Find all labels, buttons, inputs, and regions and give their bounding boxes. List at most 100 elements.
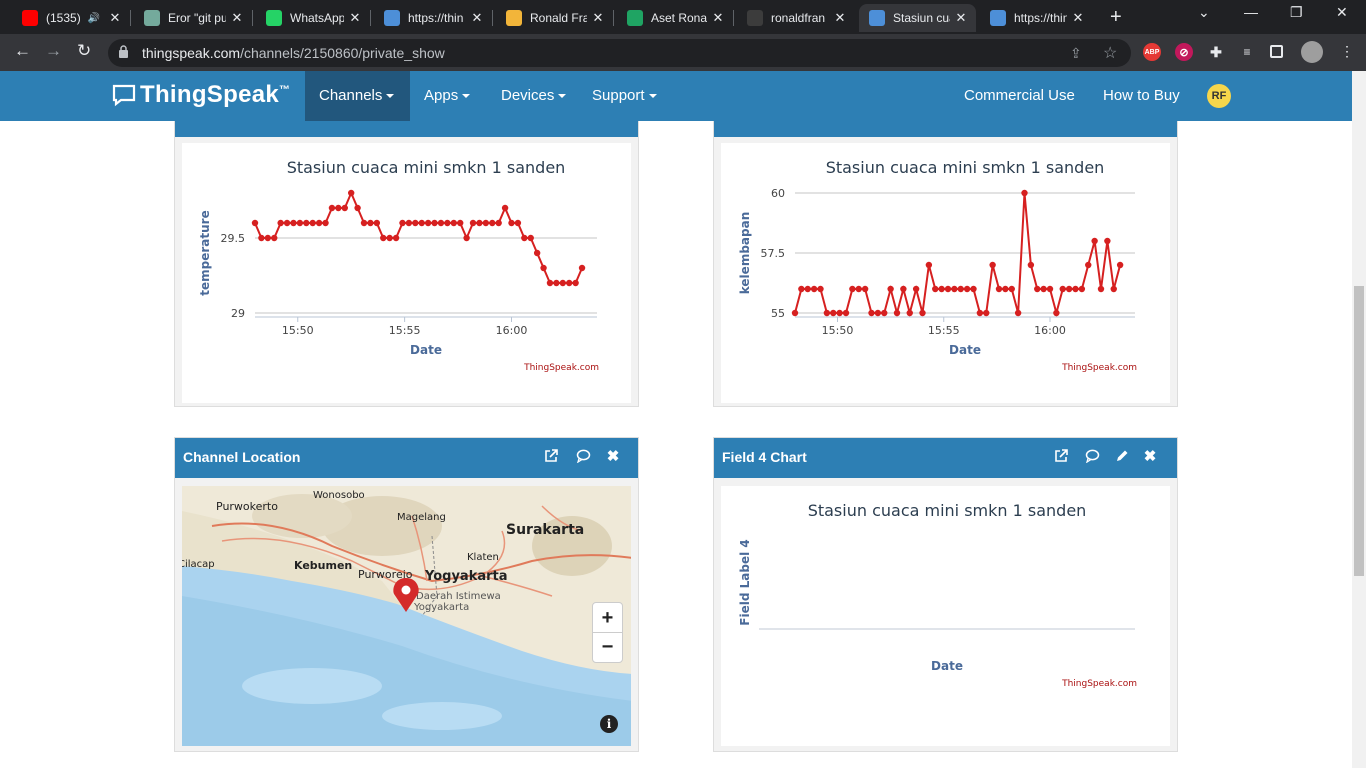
data-point[interactable]: [277, 219, 284, 227]
data-point[interactable]: [347, 189, 355, 197]
data-point[interactable]: [893, 309, 901, 317]
comment-icon[interactable]: [1084, 449, 1100, 465]
user-avatar[interactable]: RF: [1207, 84, 1231, 108]
media-queue-icon[interactable]: ≡: [1238, 43, 1256, 61]
data-point[interactable]: [932, 285, 939, 293]
data-point[interactable]: [303, 219, 310, 227]
close-tab-icon[interactable]: ✕: [591, 10, 605, 26]
data-point[interactable]: [476, 219, 483, 227]
data-point[interactable]: [354, 204, 361, 212]
profile-avatar-icon[interactable]: [1301, 41, 1323, 63]
data-point[interactable]: [1097, 285, 1105, 293]
data-point[interactable]: [798, 285, 805, 293]
data-point[interactable]: [412, 219, 419, 227]
close-tab-icon[interactable]: ✕: [833, 10, 847, 26]
zoom-in-button[interactable]: +: [593, 603, 622, 633]
data-point[interactable]: [508, 219, 515, 227]
data-point[interactable]: [1059, 285, 1066, 293]
share-icon[interactable]: ⇪: [1070, 45, 1082, 62]
back-icon[interactable]: ←: [14, 41, 31, 61]
close-icon[interactable]: ✖: [605, 449, 621, 465]
data-point[interactable]: [887, 285, 894, 293]
menu-kebab-icon[interactable]: ⋮: [1340, 43, 1354, 60]
data-point[interactable]: [957, 285, 964, 293]
extensions-puzzle-icon[interactable]: ✚: [1207, 43, 1225, 61]
browser-tab[interactable]: Aset Ronal ✕: [617, 4, 733, 32]
data-point[interactable]: [951, 285, 958, 293]
data-point[interactable]: [578, 264, 586, 272]
speaker-icon[interactable]: 🔊: [88, 13, 100, 24]
nav-support[interactable]: Support: [578, 71, 671, 121]
data-point[interactable]: [1053, 309, 1060, 317]
window-close-icon[interactable]: ✕: [1336, 4, 1348, 21]
data-point[interactable]: [830, 309, 837, 317]
data-point[interactable]: [482, 219, 490, 227]
data-point[interactable]: [315, 219, 323, 227]
minimize-icon[interactable]: —: [1244, 4, 1258, 20]
data-point[interactable]: [906, 309, 913, 317]
data-point[interactable]: [1014, 309, 1022, 317]
thingspeak-logo[interactable]: ThingSpeak ™: [112, 81, 290, 109]
reload-icon[interactable]: ↻: [77, 41, 91, 61]
address-bar[interactable]: thingspeak.com/channels/2150860/private_…: [108, 39, 1131, 67]
data-point[interactable]: [1021, 189, 1028, 197]
data-point[interactable]: [367, 219, 374, 227]
data-point[interactable]: [919, 309, 926, 317]
map-view[interactable]: Purwokerto Wonosobo Magelang Surakarta Klate…: [182, 486, 631, 746]
data-point[interactable]: [437, 219, 445, 227]
data-point[interactable]: [271, 234, 278, 242]
data-point[interactable]: [283, 219, 291, 227]
data-point[interactable]: [1002, 285, 1009, 293]
data-point[interactable]: [874, 309, 882, 317]
data-point[interactable]: [944, 285, 952, 293]
data-point[interactable]: [868, 309, 875, 317]
blocker-icon[interactable]: ⊘: [1175, 43, 1193, 61]
data-point[interactable]: [380, 234, 387, 242]
browser-tab[interactable]: WhatsApp ✕: [256, 4, 370, 32]
restore-icon[interactable]: ❐: [1290, 4, 1303, 21]
data-point[interactable]: [572, 279, 579, 287]
edit-pencil-icon[interactable]: [1114, 449, 1130, 465]
open-external-icon[interactable]: [543, 449, 559, 465]
data-point[interactable]: [290, 219, 297, 227]
data-point[interactable]: [251, 219, 259, 227]
data-point[interactable]: [424, 219, 432, 227]
data-point[interactable]: [963, 285, 971, 293]
data-point[interactable]: [553, 279, 560, 287]
data-point[interactable]: [1116, 261, 1124, 269]
new-tab-button[interactable]: +: [1110, 6, 1122, 29]
data-point[interactable]: [309, 219, 316, 227]
data-point[interactable]: [392, 234, 400, 242]
data-point[interactable]: [1027, 261, 1035, 269]
data-point[interactable]: [418, 219, 425, 227]
browser-tab[interactable]: Stasiun cua ✕: [859, 4, 976, 32]
data-point[interactable]: [995, 285, 1003, 293]
nav-apps[interactable]: Apps: [410, 71, 484, 121]
data-point[interactable]: [881, 309, 888, 317]
data-point[interactable]: [849, 285, 856, 293]
close-tab-icon[interactable]: ✕: [348, 10, 362, 26]
data-point[interactable]: [469, 219, 477, 227]
data-point[interactable]: [1046, 285, 1054, 293]
data-point[interactable]: [495, 219, 502, 227]
data-point[interactable]: [1104, 237, 1111, 245]
data-point[interactable]: [566, 279, 573, 287]
data-point[interactable]: [514, 219, 522, 227]
data-point[interactable]: [1072, 285, 1079, 293]
close-tab-icon[interactable]: ✕: [230, 10, 244, 26]
data-point[interactable]: [976, 309, 984, 317]
data-point[interactable]: [335, 204, 342, 212]
data-point[interactable]: [983, 309, 990, 317]
data-point[interactable]: [989, 261, 996, 269]
data-point[interactable]: [450, 219, 457, 227]
data-point[interactable]: [373, 219, 381, 227]
browser-tab[interactable]: Ronald Fra ✕: [496, 4, 613, 32]
close-tab-icon[interactable]: ✕: [954, 10, 968, 26]
data-point[interactable]: [912, 285, 920, 293]
data-point[interactable]: [836, 309, 843, 317]
data-point[interactable]: [457, 219, 464, 227]
data-point[interactable]: [817, 285, 824, 293]
data-point[interactable]: [431, 219, 438, 227]
data-point[interactable]: [1008, 285, 1015, 293]
zoom-out-button[interactable]: −: [593, 633, 622, 663]
